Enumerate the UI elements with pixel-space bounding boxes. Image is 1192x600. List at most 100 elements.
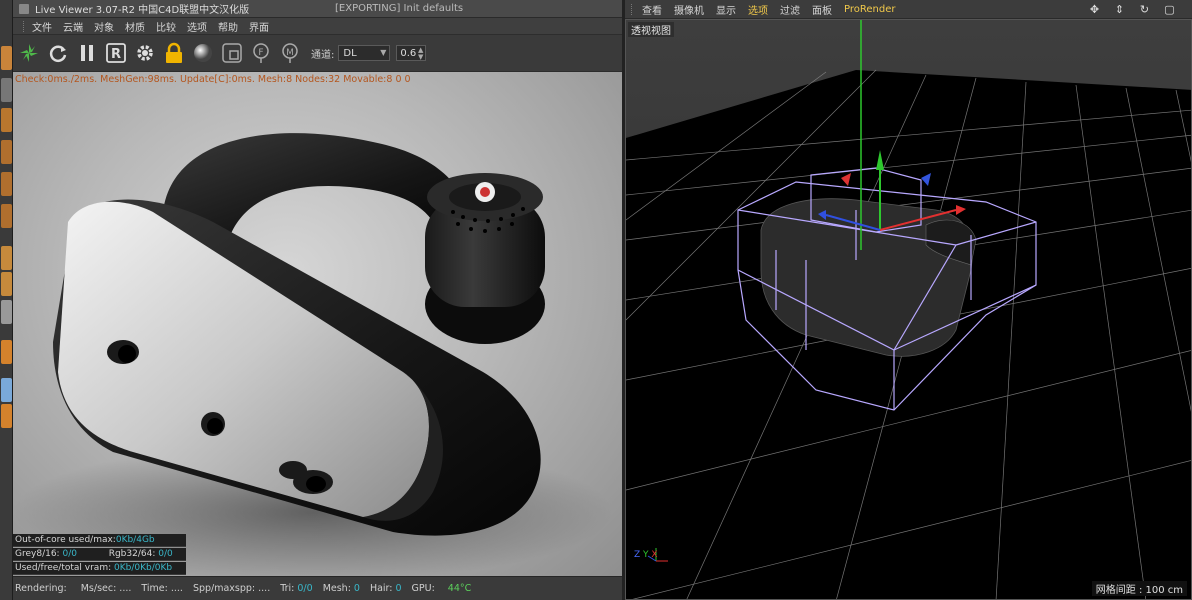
viewport-canvas[interactable]: 透视视图 Z Y X 网格间距 : 100 cm xyxy=(625,19,1192,600)
rgb-label: Rgb32/64: xyxy=(108,549,156,559)
live-viewer-menu: 文件 云端 对象 材质 比较 选项 帮助 界面 xyxy=(13,18,622,35)
deform-tool-icon[interactable] xyxy=(1,204,12,228)
value-stepper[interactable]: 0.6 ▲ ▼ xyxy=(396,45,427,61)
channel-value: DL xyxy=(343,47,357,59)
window-title: Live Viewer 3.07-R2 中国C4D联盟中文汉化版 xyxy=(35,5,250,16)
viewport-menu: 查看 摄像机 显示 选项 过滤 面板 ProRender ✥ ⇕ ↻ ▢ xyxy=(625,0,1192,19)
vram-value: 0Kb/0Kb/0Kb xyxy=(114,563,173,573)
spp-label: Spp/maxspp: xyxy=(192,583,256,594)
menu-options[interactable]: 选项 xyxy=(748,2,768,17)
menu-cloud[interactable]: 云端 xyxy=(63,19,83,34)
refresh-icon[interactable] xyxy=(46,41,70,65)
spline-tool-icon[interactable] xyxy=(1,172,12,196)
menu-options[interactable]: 选项 xyxy=(187,19,207,34)
app-icon xyxy=(19,3,29,14)
light-tool-icon[interactable] xyxy=(1,246,12,270)
menu-object[interactable]: 对象 xyxy=(94,19,114,34)
ms-label: Ms/sec: xyxy=(80,583,117,594)
rendered-headset-image xyxy=(13,133,613,576)
live-viewer-toolbar: R F M 通道: DL ▼ 0.6 ▲ ▼ xyxy=(13,35,622,72)
object-tool-icon[interactable] xyxy=(1,140,12,164)
out-of-core-label: Out-of-core used/max: xyxy=(15,535,116,545)
r-button-icon[interactable]: R xyxy=(104,41,128,65)
grid-spacing-label: 网格间距 : 100 cm xyxy=(1091,581,1187,596)
vram-info: Used/free/total vram: 0Kb/0Kb/0Kb xyxy=(13,562,186,575)
mesh-label: Mesh: xyxy=(322,583,351,594)
ms-value: .... xyxy=(119,583,132,594)
hair-label: Hair: xyxy=(369,583,393,594)
menu-material[interactable]: 材质 xyxy=(125,19,145,34)
material-pick-icon[interactable]: M xyxy=(278,41,302,65)
stepper-arrows-icon[interactable]: ▲ ▼ xyxy=(418,47,423,61)
menu-view[interactable]: 查看 xyxy=(642,2,662,17)
scale-tool-icon[interactable] xyxy=(1,300,12,324)
viewport-scene xyxy=(626,20,1191,599)
view-name-label: 透视视图 xyxy=(628,22,674,37)
layer-tool-icon[interactable] xyxy=(1,108,12,132)
menu-interface[interactable]: 界面 xyxy=(249,19,269,34)
svg-text:R: R xyxy=(111,47,121,62)
menu-panel[interactable]: 面板 xyxy=(812,2,832,17)
export-status: [EXPORTING] Init defaults xyxy=(335,3,464,14)
svg-text:F: F xyxy=(258,48,263,58)
cube-tool-icon[interactable] xyxy=(1,46,12,70)
menu-camera[interactable]: 摄像机 xyxy=(674,2,704,17)
channel-label: 通道: xyxy=(311,49,335,61)
menu-compare[interactable]: 比较 xyxy=(156,19,176,34)
rgb-value: 0/0 xyxy=(158,549,173,559)
menu-grip-icon xyxy=(631,3,634,15)
chevron-down-icon: ▼ xyxy=(380,48,387,57)
move-tool-icon[interactable] xyxy=(1,272,12,296)
material-ball-icon[interactable] xyxy=(191,41,215,65)
left-tool-strip xyxy=(0,0,13,600)
viewport-nav-controls: ✥ ⇕ ↻ ▢ xyxy=(1088,3,1188,16)
perspective-viewport-panel: 查看 摄像机 显示 选项 过滤 面板 ProRender ✥ ⇕ ↻ ▢ 透视视… xyxy=(625,0,1192,600)
snap-tool-icon[interactable] xyxy=(1,378,12,402)
zoom-icon[interactable]: ⇕ xyxy=(1113,3,1126,16)
orbit-icon[interactable]: ↻ xyxy=(1138,3,1151,16)
svg-text:M: M xyxy=(286,48,294,58)
rendering-label: Rendering: xyxy=(15,583,67,594)
vram-label: Used/free/total vram: xyxy=(15,563,112,573)
menu-display[interactable]: 显示 xyxy=(716,2,736,17)
axis-tool-icon[interactable] xyxy=(1,404,12,428)
maximize-icon[interactable]: ▢ xyxy=(1163,3,1176,16)
menu-help[interactable]: 帮助 xyxy=(218,19,238,34)
gpu-temp-value: 44°C xyxy=(447,583,472,594)
live-viewer-title-bar: Live Viewer 3.07-R2 中国C4D联盟中文汉化版 [EXPORT… xyxy=(13,0,622,18)
pause-icon[interactable] xyxy=(75,41,99,65)
out-of-core-info: Out-of-core used/max:0Kb/4Gb xyxy=(13,534,186,547)
mesh-value: 0 xyxy=(353,583,360,594)
axis-x-label: X xyxy=(651,550,658,560)
out-of-core-value: 0Kb/4Gb xyxy=(115,535,155,545)
octane-logo-icon[interactable] xyxy=(17,41,41,65)
render-canvas[interactable]: Check:0ms./2ms. MeshGen:98ms. Update[C]:… xyxy=(13,72,622,576)
channel-select[interactable]: DL ▼ xyxy=(338,45,391,61)
live-viewer-window: Live Viewer 3.07-R2 中国C4D联盟中文汉化版 [EXPORT… xyxy=(13,0,622,600)
tri-label: Tri: xyxy=(280,583,295,594)
menu-filter[interactable]: 过滤 xyxy=(780,2,800,17)
axis-indicator: Z Y X xyxy=(634,550,658,560)
render-stats-text: Check:0ms./2ms. MeshGen:98ms. Update[C]:… xyxy=(15,74,411,85)
texture-count-info: Grey8/16: 0/0 Rgb32/64: 0/0 xyxy=(13,548,186,561)
lock-icon[interactable] xyxy=(162,41,186,65)
tri-value: 0/0 xyxy=(297,583,313,594)
stepper-value: 0.6 xyxy=(400,47,417,59)
focus-pick-icon[interactable]: F xyxy=(249,41,273,65)
hair-value: 0 xyxy=(395,583,402,594)
pan-icon[interactable]: ✥ xyxy=(1088,3,1101,16)
grey-value: 0/0 xyxy=(62,549,77,559)
menu-prorender[interactable]: ProRender xyxy=(844,4,895,15)
checker-tool-icon[interactable] xyxy=(1,78,12,102)
menu-grip-icon xyxy=(23,20,26,32)
time-value: .... xyxy=(170,583,183,594)
axis-y-label: Y xyxy=(643,550,649,560)
grey-label: Grey8/16: xyxy=(15,549,60,559)
render-status-bar: Rendering: Ms/sec:.... Time:.... Spp/max… xyxy=(13,576,622,600)
rotate-tool-icon[interactable] xyxy=(1,340,12,364)
menu-file[interactable]: 文件 xyxy=(32,19,52,34)
gear-icon[interactable] xyxy=(133,41,157,65)
time-label: Time: xyxy=(141,583,168,594)
region-icon[interactable] xyxy=(220,41,244,65)
spp-value: .... xyxy=(258,583,271,594)
